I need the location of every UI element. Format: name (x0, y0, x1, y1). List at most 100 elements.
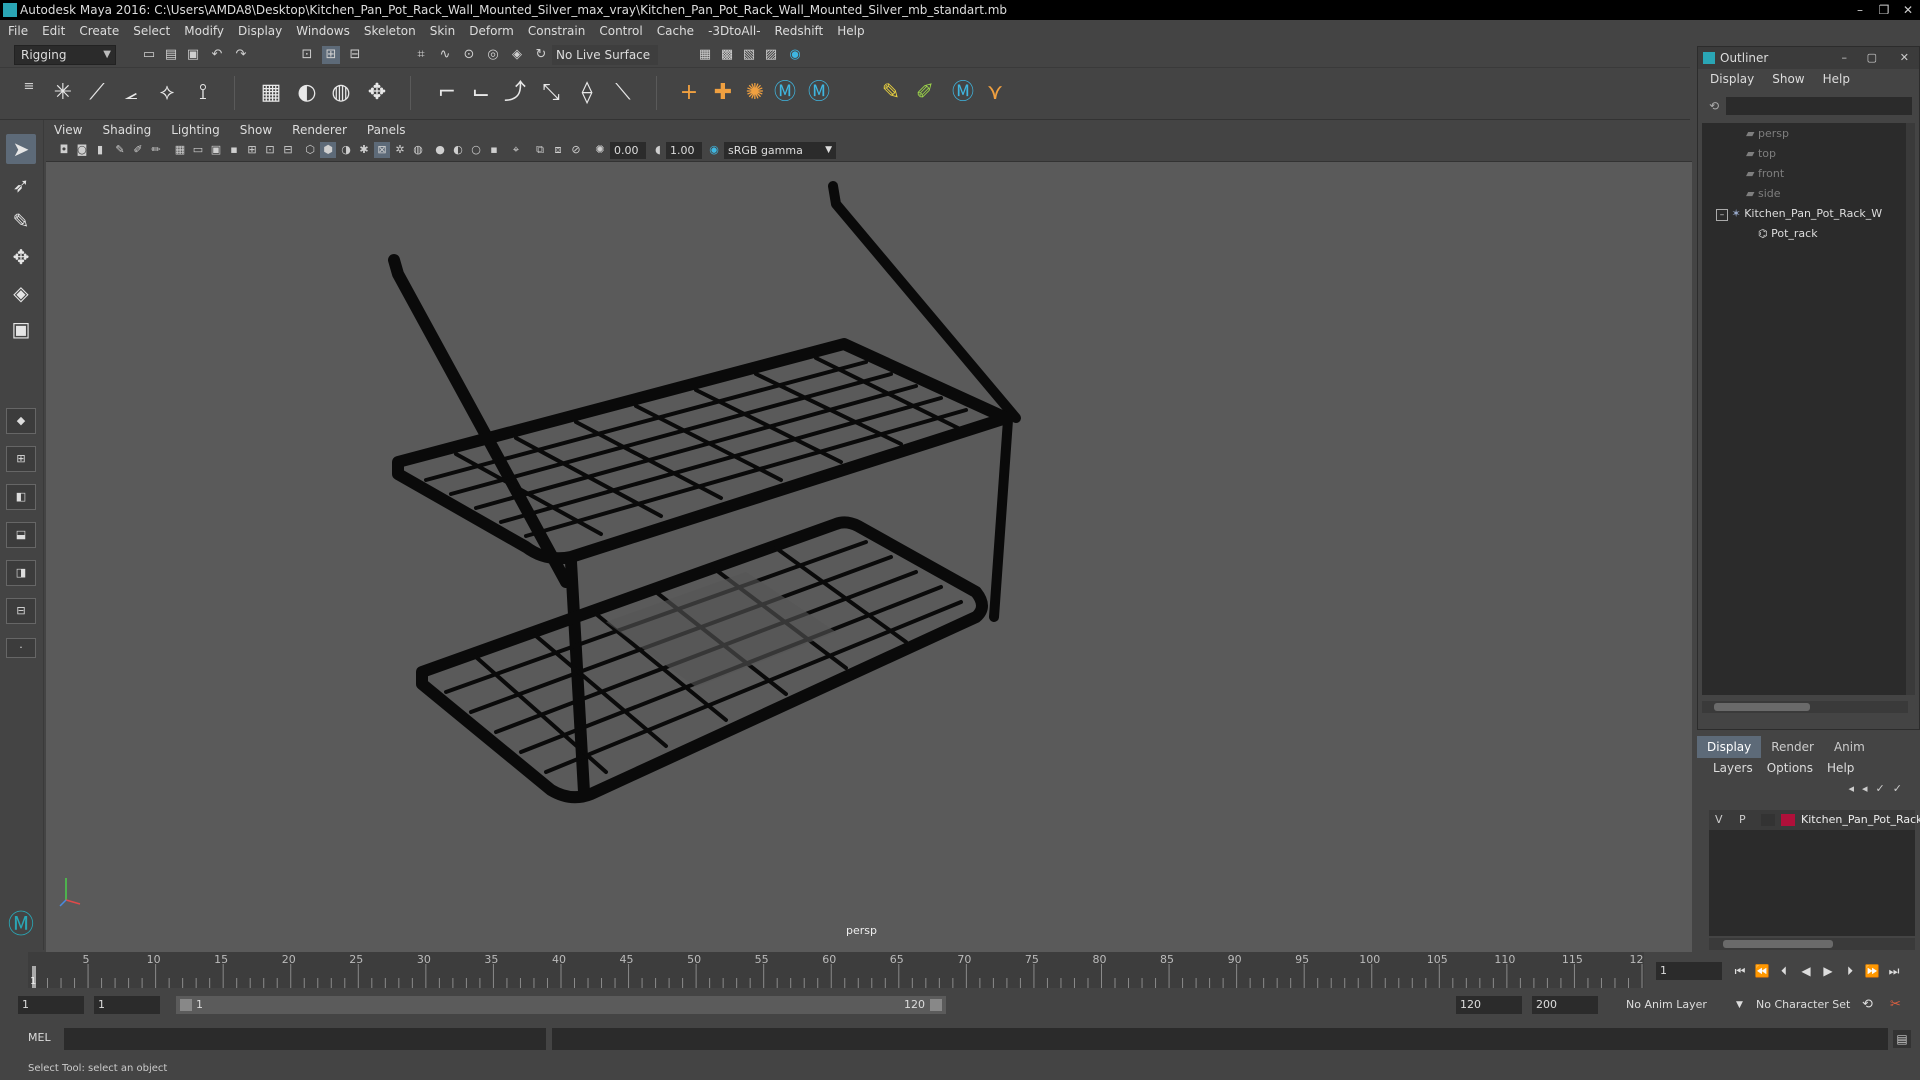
view-transform-dropdown[interactable]: sRGB gamma ▼ (724, 142, 836, 159)
smooth-shade-icon[interactable]: ⬢ (320, 142, 336, 158)
play-backward-icon[interactable]: ◀ (1796, 962, 1816, 980)
paint-skin-icon[interactable]: ✐ (910, 78, 940, 108)
textured-icon[interactable]: ✱ (356, 142, 372, 158)
2d-pan-icon[interactable]: ✐ (130, 142, 146, 158)
auto-key-icon[interactable]: ⟲ (1862, 996, 1873, 1014)
set-driven-key-icon[interactable]: ✎ (876, 78, 906, 108)
deformer-icon[interactable]: ✺ (740, 78, 770, 108)
field-chart-icon[interactable]: ⊞ (244, 142, 260, 158)
script-language-label[interactable]: MEL (28, 1031, 51, 1044)
xray-components-icon[interactable]: ⧈ (550, 142, 566, 158)
gate-mask-icon[interactable]: ▪ (226, 142, 242, 158)
redo-icon[interactable]: ↷ (232, 46, 250, 64)
outliner-maximize-button[interactable]: ▢ (1867, 47, 1877, 69)
panel-menu-renderer[interactable]: Renderer (292, 123, 347, 137)
menu-display[interactable]: Display (238, 24, 282, 38)
outliner-item-pot-rack[interactable]: ⌬ Pot_rack (1758, 225, 1818, 243)
anti-alias-icon[interactable]: ◐ (450, 142, 466, 158)
xray-joints-icon[interactable]: ⧉ (532, 142, 548, 158)
panel-menu-panels[interactable]: Panels (367, 123, 406, 137)
menu-modify[interactable]: Modify (184, 24, 224, 38)
pole-vector-icon[interactable]: ⟍ (608, 78, 638, 108)
hik-control-icon[interactable]: Ⓜ (948, 78, 978, 108)
select-tool-icon[interactable]: ➤ (6, 134, 36, 164)
menu-3dtoall[interactable]: -3DtoAll- (708, 24, 760, 38)
render-settings-icon[interactable]: ▦ (696, 46, 714, 64)
persp-outliner-layout-icon[interactable]: ◨ (6, 560, 36, 586)
move-tool-icon[interactable]: ✥ (6, 242, 36, 272)
make-live-icon[interactable]: ↻ (532, 46, 550, 64)
animation-end-field[interactable]: 200 (1532, 996, 1598, 1014)
render-frame-icon[interactable]: ▩ (718, 46, 736, 64)
outliner-item-persp[interactable]: ▰ persp (1746, 125, 1789, 143)
select-hierarchy-icon[interactable]: ⊡ (298, 46, 316, 64)
outliner-item-top[interactable]: ▰ top (1746, 145, 1776, 163)
hypershade-icon[interactable]: ◉ (786, 46, 804, 64)
menu-cache[interactable]: Cache (657, 24, 694, 38)
menu-create[interactable]: Create (79, 24, 119, 38)
outliner-search-input[interactable] (1726, 97, 1912, 115)
layer-playback-toggle[interactable]: P (1739, 810, 1746, 830)
wireframe-icon[interactable]: ⬡ (302, 142, 318, 158)
restore-button[interactable]: ❐ (1872, 0, 1896, 20)
ipr-render-icon[interactable]: ▧ (740, 46, 758, 64)
bind-skin-icon[interactable]: ▦ (256, 78, 286, 108)
lattice-icon[interactable]: ✥ (362, 78, 392, 108)
menu-help[interactable]: Help (837, 24, 864, 38)
outliner-horizontal-scrollbar[interactable] (1702, 701, 1908, 713)
outliner-item-side[interactable]: ▰ side (1746, 185, 1781, 203)
depth-of-field-icon[interactable]: ○ (468, 142, 484, 158)
layer-visibility-toggle[interactable]: V (1715, 810, 1723, 830)
command-input[interactable] (64, 1028, 546, 1050)
color-management-icon[interactable]: ◉ (706, 142, 722, 158)
menu-windows[interactable]: Windows (296, 24, 350, 38)
exposure-field[interactable]: 0.00 (610, 142, 646, 159)
camera-select-icon[interactable]: ◘ (56, 142, 72, 158)
grid-toggle-icon[interactable]: ▦ (172, 142, 188, 158)
layer-horizontal-scrollbar[interactable] (1709, 938, 1915, 950)
panel-menu-shading[interactable]: Shading (102, 123, 151, 137)
side-by-side-layout-icon[interactable]: ◧ (6, 484, 36, 510)
wireframe-on-shaded-icon[interactable]: ◑ (338, 142, 354, 158)
scale-tool-icon[interactable]: ▣ (6, 314, 36, 344)
collapse-icon[interactable]: – (1716, 209, 1728, 221)
panel-menu-view[interactable]: View (54, 123, 82, 137)
shadows-icon[interactable]: ✲ (392, 142, 408, 158)
range-end-handle[interactable] (930, 999, 942, 1011)
backface-icon[interactable]: ⊘ (568, 142, 584, 158)
layer-color-swatch[interactable] (1781, 814, 1795, 826)
panel-menu-lighting[interactable]: Lighting (171, 123, 220, 137)
new-scene-icon[interactable]: ▭ (140, 46, 158, 64)
safe-title-icon[interactable]: ⊟ (280, 142, 296, 158)
menu-file[interactable]: File (8, 24, 28, 38)
layer-menu-help[interactable]: Help (1827, 761, 1854, 775)
hypershade-layout-icon[interactable]: ⊟ (6, 598, 36, 624)
ambient-occlusion-icon[interactable]: ◍ (410, 142, 426, 158)
paint-weights-icon[interactable]: ◐ (292, 78, 322, 108)
lights-icon[interactable]: ⊠ (374, 142, 390, 158)
motion-blur-icon[interactable]: ● (432, 142, 448, 158)
snap-surface-icon[interactable]: ◈ (508, 46, 526, 64)
skeleton-icon[interactable]: ⟟ (188, 78, 218, 108)
ik-handle-icon[interactable]: ⟋ (82, 78, 112, 108)
step-back-key-icon[interactable]: ⏪ (1752, 962, 1772, 980)
hik-char-icon[interactable]: Ⓜ (804, 78, 834, 108)
joint-tool-icon[interactable]: ✳ (48, 78, 78, 108)
outliner-item-group[interactable]: – ✶ Kitchen_Pan_Pot_Rack_W (1716, 205, 1882, 223)
undo-icon[interactable]: ↶ (208, 46, 226, 64)
menu-skeleton[interactable]: Skeleton (364, 24, 416, 38)
3d-scene[interactable]: persp (46, 162, 1692, 952)
rotate-tool-icon[interactable]: ◈ (6, 278, 36, 308)
cluster-icon[interactable]: ◍ (326, 78, 356, 108)
resolution-gate-icon[interactable]: ▣ (208, 142, 224, 158)
menu-edit[interactable]: Edit (42, 24, 65, 38)
point-constraint-icon[interactable]: ⌐ (432, 78, 462, 108)
outliner-minimize-button[interactable]: – (1842, 47, 1848, 69)
character-set-dropdown[interactable]: No Character Set (1756, 996, 1850, 1014)
step-back-frame-icon[interactable]: ⏴ (1774, 962, 1794, 980)
lasso-tool-icon[interactable]: ➶ (6, 170, 36, 200)
step-forward-frame-icon[interactable]: ⏵ (1840, 962, 1860, 980)
menu-skin[interactable]: Skin (430, 24, 456, 38)
bookmark-icon[interactable]: ▮ (92, 142, 108, 158)
gamma-field[interactable]: 1.00 (666, 142, 702, 159)
